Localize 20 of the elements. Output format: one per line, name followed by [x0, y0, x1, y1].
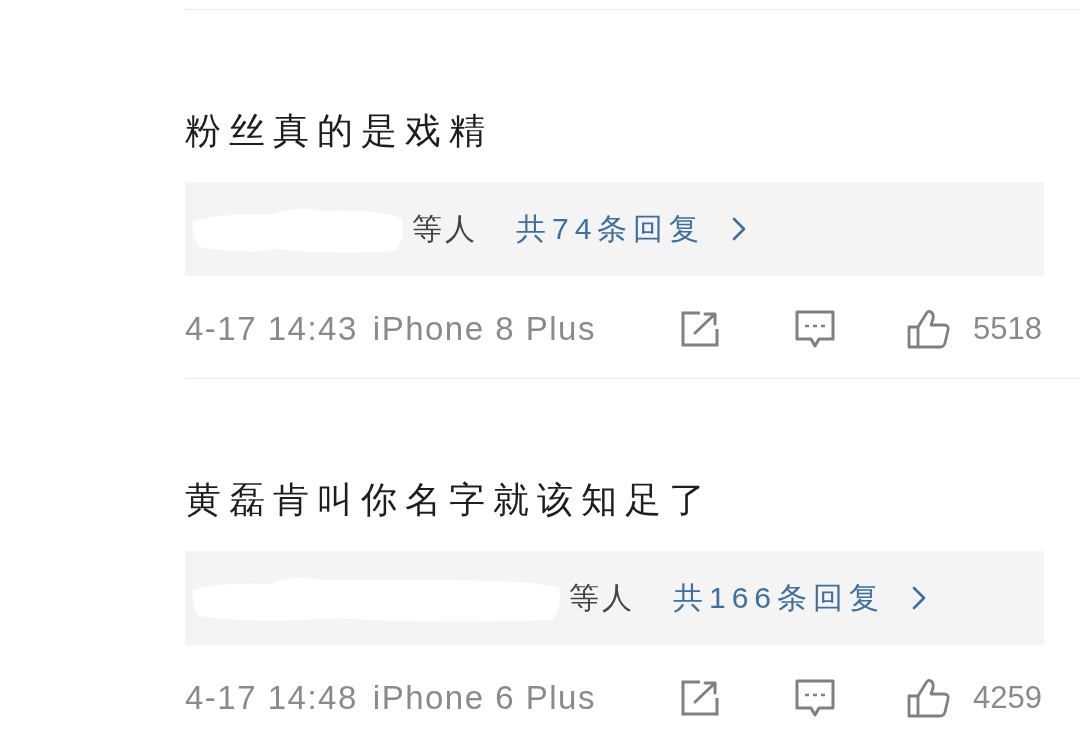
thumbs-up-icon[interactable]	[907, 678, 952, 718]
chevron-right-icon[interactable]	[731, 216, 748, 242]
comment-time: 4-17 14:48	[185, 678, 358, 718]
device-source: iPhone 6 Plus	[372, 678, 596, 718]
comment-icon[interactable]	[794, 678, 837, 718]
replies-link[interactable]: 共166条回复	[673, 577, 886, 619]
thumbs-up-icon[interactable]	[907, 309, 952, 349]
like-count: 5518	[973, 310, 1042, 348]
comment-text: 粉丝真的是戏精	[185, 109, 493, 153]
like-count: 4259	[973, 679, 1042, 717]
device-source: iPhone 8 Plus	[372, 309, 596, 349]
share-icon[interactable]	[680, 310, 721, 348]
comment-text: 黄磊肯叫你名字就该知足了	[185, 478, 713, 522]
reply-users-text: 等人	[412, 210, 478, 247]
comment-time: 4-17 14:43	[185, 309, 358, 349]
chevron-right-icon[interactable]	[911, 585, 928, 611]
reply-users-text: 等人	[569, 579, 635, 616]
replies-link[interactable]: 共74条回复	[516, 208, 706, 250]
comment-icon[interactable]	[794, 309, 837, 349]
share-icon[interactable]	[680, 679, 721, 717]
